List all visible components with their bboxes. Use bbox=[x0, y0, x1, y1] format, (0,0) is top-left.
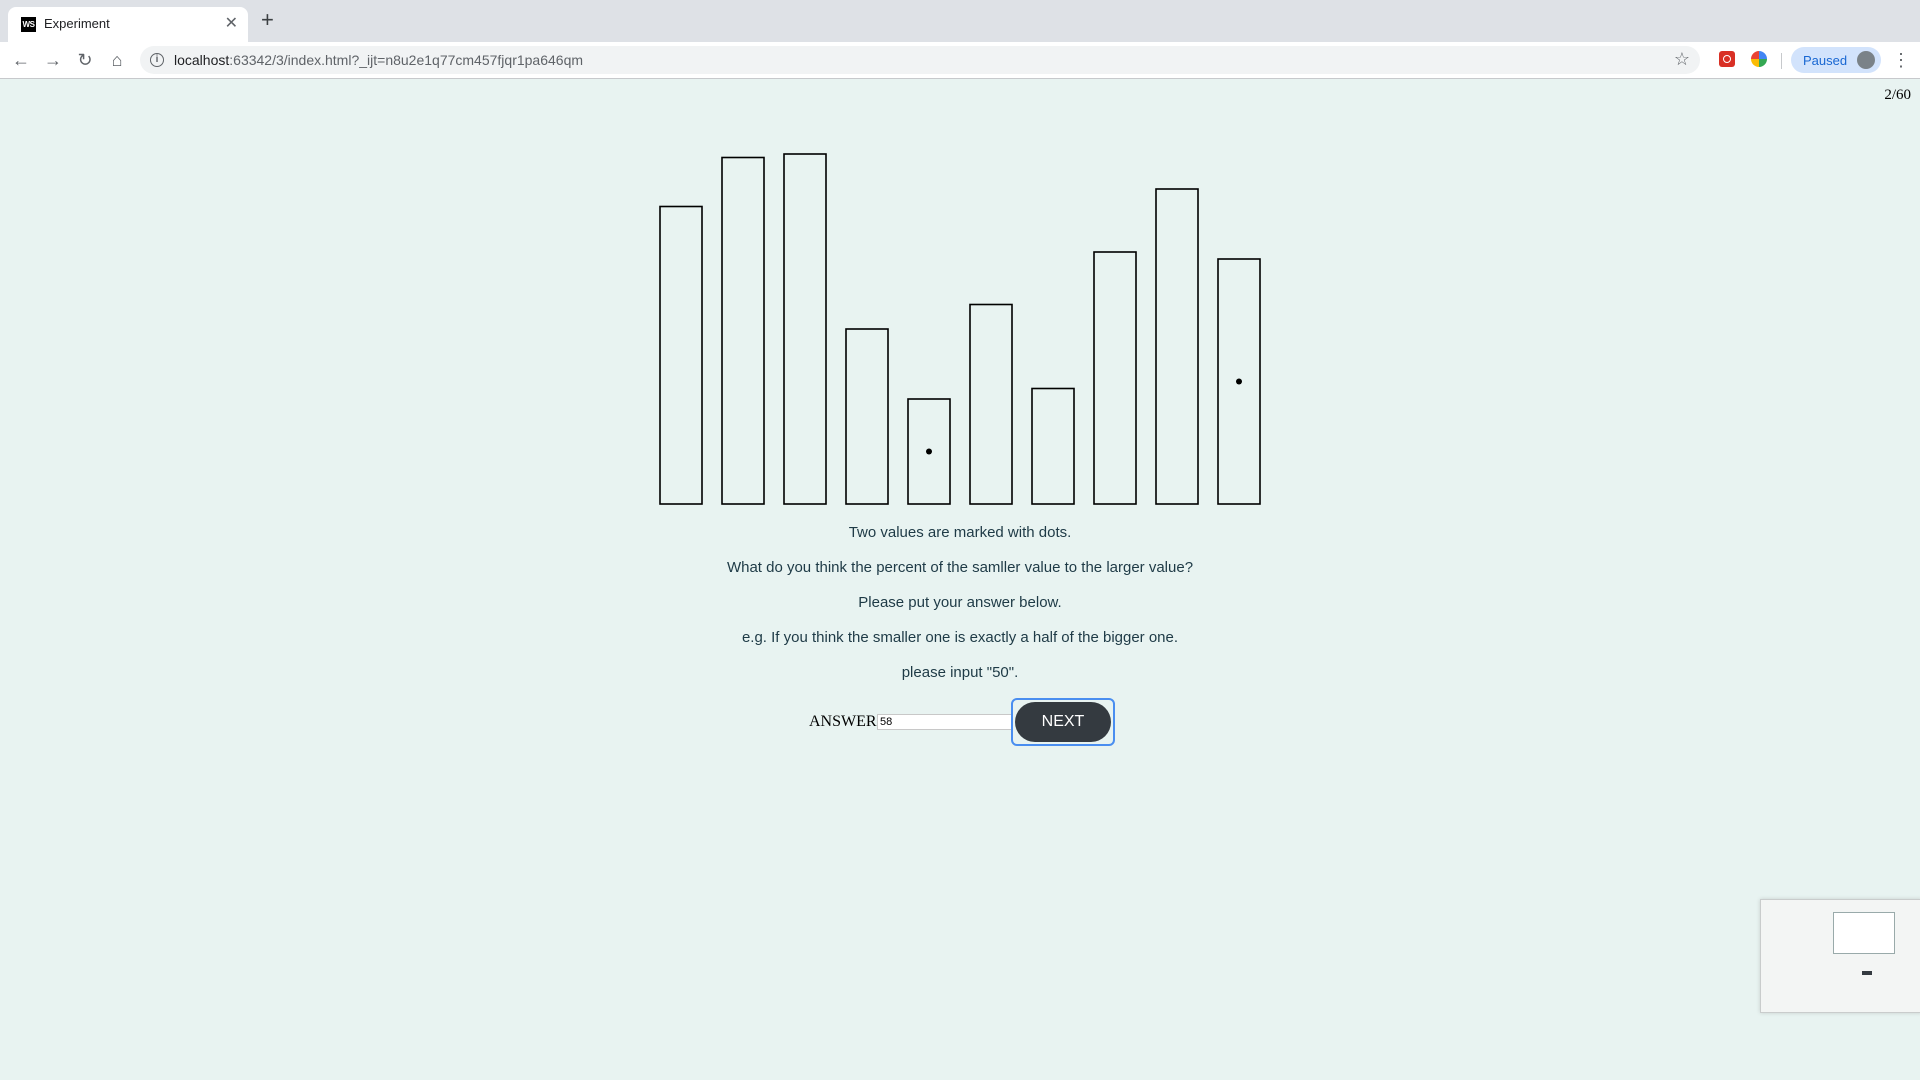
url-path: :63342/3/index.html?_ijt=n8u2e1q77cm457f… bbox=[229, 52, 584, 68]
avatar bbox=[1857, 51, 1875, 69]
instruction-line: Please put your answer below. bbox=[858, 594, 1062, 611]
url-text[interactable]: localhost:63342/3/index.html?_ijt=n8u2e1… bbox=[174, 52, 583, 68]
next-button-label: NEXT bbox=[1015, 702, 1111, 742]
browser-tab[interactable]: WS Experiment ✕ bbox=[8, 7, 248, 42]
bar-2 bbox=[721, 156, 765, 505]
back-arrow-icon[interactable]: ← bbox=[9, 48, 33, 72]
bar-chart bbox=[659, 153, 1261, 505]
profile-status: Paused bbox=[1803, 53, 1848, 68]
home-icon[interactable]: ⌂ bbox=[105, 48, 129, 72]
more-vert-icon[interactable]: ⋮ bbox=[1892, 48, 1910, 72]
bar-9 bbox=[1155, 188, 1199, 505]
webstorm-favicon-icon: WS bbox=[21, 17, 36, 32]
extension-record-icon[interactable] bbox=[1719, 51, 1735, 67]
bar-1 bbox=[659, 205, 703, 505]
instruction-line: Two values are marked with dots. bbox=[848, 524, 1072, 541]
new-tab-icon[interactable]: + bbox=[261, 9, 274, 31]
toolbar-divider bbox=[1781, 53, 1782, 69]
star-icon[interactable]: ☆ bbox=[1674, 49, 1690, 70]
forward-arrow-icon[interactable]: → bbox=[41, 48, 65, 72]
instruction-line: please input "50". bbox=[901, 664, 1019, 681]
info-icon[interactable]: i bbox=[150, 53, 164, 67]
tab-strip: WS Experiment ✕ + bbox=[0, 0, 1920, 42]
address-bar[interactable]: i localhost:63342/3/index.html?_ijt=n8u2… bbox=[140, 46, 1700, 74]
page-thumbnail-preview[interactable] bbox=[1760, 899, 1920, 1013]
marker-dot bbox=[926, 448, 932, 455]
next-button[interactable]: NEXT bbox=[1011, 698, 1115, 746]
browser-toolbar: ← → ↻ ⌂ i localhost:63342/3/index.html?_… bbox=[0, 42, 1920, 79]
instruction-line: What do you think the percent of the sam… bbox=[726, 559, 1194, 576]
thumbnail-chart bbox=[1833, 912, 1895, 954]
instructions: Two values are marked with dots. What do… bbox=[0, 519, 1920, 694]
bar-8 bbox=[1093, 251, 1137, 505]
answer-label: ANSWER bbox=[809, 713, 877, 730]
bar-7 bbox=[1031, 387, 1075, 505]
thumbnail-button bbox=[1862, 971, 1872, 975]
tab-title: Experiment bbox=[44, 16, 110, 31]
reload-icon[interactable]: ↻ bbox=[73, 48, 97, 72]
close-tab-icon[interactable]: ✕ bbox=[225, 13, 238, 33]
bar-4 bbox=[845, 328, 889, 505]
progress-counter: 2/60 bbox=[1884, 87, 1911, 103]
bar-3 bbox=[783, 153, 827, 505]
url-host: localhost bbox=[174, 52, 230, 68]
bar-6 bbox=[969, 303, 1013, 505]
extension-color-icon[interactable] bbox=[1751, 51, 1767, 67]
marker-dot bbox=[1236, 378, 1242, 385]
profile-button[interactable]: Paused bbox=[1791, 47, 1881, 73]
answer-input[interactable] bbox=[877, 714, 1013, 730]
instruction-line: e.g. If you think the smaller one is exa… bbox=[741, 629, 1179, 646]
